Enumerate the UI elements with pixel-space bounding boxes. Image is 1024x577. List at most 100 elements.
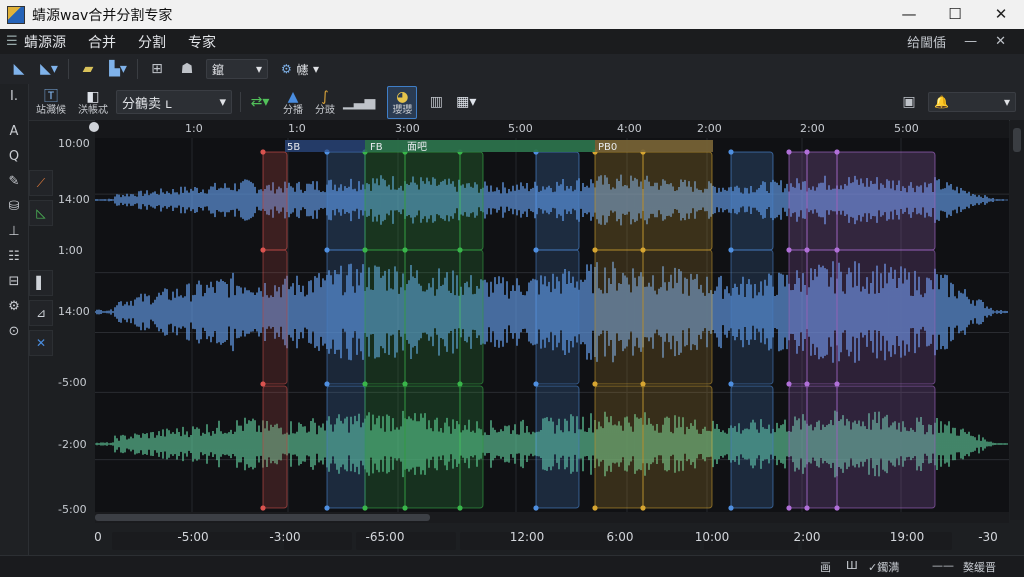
mode-dropdown[interactable]: ⚙ 幰 ▾ <box>276 59 324 79</box>
menu-right-label[interactable]: 给閫偛 <box>907 32 946 51</box>
time-ruler[interactable]: 1:0 1:0 3:00 5:00 4:00 2:00 2:00 5:00 <box>89 120 1009 139</box>
segment-marker <box>457 247 463 253</box>
marker-tool[interactable]: ⊥ <box>0 219 28 244</box>
curve-icon: ∫ <box>321 88 329 105</box>
segment-region <box>459 151 484 251</box>
pen-tool[interactable]: ✎ <box>0 169 28 194</box>
bars-icon[interactable]: ▁▃▅ <box>343 91 375 113</box>
text-tool[interactable]: A <box>0 119 28 144</box>
brush-icon[interactable]: ▌ <box>29 270 53 296</box>
segment-region <box>642 151 713 251</box>
segment-region <box>594 249 644 385</box>
segment-marker <box>728 381 734 387</box>
user-icon[interactable]: ☗ <box>176 58 198 80</box>
zoom-tool[interactable]: Q <box>0 144 28 169</box>
x-label: 0 <box>94 530 102 544</box>
save-icon[interactable]: ▙▾ <box>107 58 129 80</box>
status-item[interactable]: 画 <box>820 559 831 575</box>
segment-region <box>364 249 406 385</box>
scroll-thumb[interactable] <box>95 514 430 521</box>
segment-marker <box>362 247 368 253</box>
grid-icon[interactable]: ⊞ <box>146 58 168 80</box>
segment-marker <box>260 247 266 253</box>
chart-icon[interactable]: ▦▾ <box>455 91 477 113</box>
right-dropdown[interactable]: 🔔 ▾ <box>928 92 1016 112</box>
playhead-icon[interactable] <box>89 122 99 132</box>
menu-bar: ☰ 蜻源源 合并 分割 专家 给閫偛 — ✕ <box>0 29 1024 54</box>
settings-tool[interactable]: ⚙ <box>0 294 28 319</box>
fill-tool[interactable]: ⛁ <box>0 194 28 219</box>
segment-marker <box>457 381 463 387</box>
segment-marker <box>533 381 539 387</box>
segment-marker <box>402 381 408 387</box>
menu-item-split[interactable]: 分割 <box>138 32 166 52</box>
y-label: -5:00 <box>58 376 87 389</box>
waveform-canvas[interactable]: 5B FB 面吧 PB0 <box>94 138 1009 512</box>
y-label: -5:00 <box>58 503 87 516</box>
folder-icon[interactable]: ▰ <box>77 58 99 80</box>
status-item[interactable]: —— <box>932 559 954 572</box>
segment-label: PB0 <box>598 142 617 153</box>
segment-marker <box>834 149 840 155</box>
split-curve-button[interactable]: ∫ 分豉 <box>315 89 335 116</box>
columns-icon[interactable]: ▥ <box>425 91 447 113</box>
status-item[interactable]: ✓鐲满 <box>868 559 899 575</box>
line-icon[interactable]: ⟋ <box>29 170 53 196</box>
segment-region <box>326 385 366 509</box>
chevron-down-icon: ▾ <box>219 94 226 110</box>
menu-right: 给閫偛 — ✕ <box>907 29 1006 54</box>
status-item[interactable]: Ш <box>846 559 858 572</box>
new-file-icon[interactable]: ◣ <box>8 58 30 80</box>
zoom-dropdown[interactable]: 鑹 ▾ <box>206 59 268 79</box>
monitor-icon[interactable]: ▣ <box>898 91 920 113</box>
vertical-scrollbar[interactable] <box>1010 120 1024 520</box>
segment-region <box>788 385 808 509</box>
y-label: 1:00 <box>58 244 83 257</box>
segment-marker <box>533 247 539 253</box>
segment-marker <box>640 247 646 253</box>
cross-icon[interactable]: ✕ <box>29 330 53 356</box>
app-icon <box>7 5 25 24</box>
menu-item-merge[interactable]: 合并 <box>88 32 116 52</box>
paste-tool-button[interactable]: ◧ 浂帳忒 <box>78 89 108 116</box>
split-button[interactable]: ▲ 分播 <box>283 89 303 116</box>
panel-minimize-icon[interactable]: — <box>964 34 977 49</box>
segment-marker <box>402 247 408 253</box>
maximize-button[interactable]: ☐ <box>932 0 978 29</box>
chevron-down-icon: ▾ <box>1003 95 1010 109</box>
minimize-button[interactable]: — <box>886 0 932 29</box>
x-label: 6:00 <box>606 530 634 544</box>
segment-marker <box>457 505 463 511</box>
x-label: -30 <box>978 530 998 544</box>
list-tool[interactable]: ⊟ <box>0 269 28 294</box>
segment-marker <box>640 381 646 387</box>
hamburger-icon[interactable]: ☰ <box>6 34 18 49</box>
segment-region <box>404 151 461 251</box>
panel-close-icon[interactable]: ✕ <box>995 34 1006 49</box>
scroll-thumb[interactable] <box>1013 128 1021 152</box>
loop-icon[interactable]: ⇄▾ <box>249 91 271 113</box>
triangle-tool-icon[interactable]: ◺ <box>29 200 53 226</box>
segment-header <box>365 140 595 152</box>
target-tool[interactable]: ⊙ <box>0 319 28 344</box>
active-tool-button[interactable]: ◕ 瓔瓔 <box>387 85 418 119</box>
open-file-icon[interactable]: ◣▾ <box>38 58 60 80</box>
cursor-tool[interactable]: I. <box>0 84 28 109</box>
menu-item-expert[interactable]: 专家 <box>188 32 216 52</box>
menu-item-file[interactable]: 蜻源源 <box>24 32 66 52</box>
close-button[interactable]: ✕ <box>978 0 1024 29</box>
x-label: 10:00 <box>694 530 730 544</box>
ruler-tick: 1:0 <box>185 122 203 135</box>
segment-region <box>836 249 936 385</box>
y-label: 10:00 <box>58 137 90 150</box>
ruler-tick: 4:00 <box>617 122 642 135</box>
status-item[interactable]: 獒缓晋 <box>963 559 996 575</box>
segment-region <box>788 249 808 385</box>
waveform-area[interactable]: 5B FB 面吧 PB0 <box>94 138 1009 512</box>
horizontal-scrollbar[interactable] <box>95 512 1009 523</box>
layers-tool[interactable]: ☷ <box>0 244 28 269</box>
preset-dropdown[interactable]: 分鶴卖 ʟ ▾ <box>116 90 232 114</box>
ruler-icon[interactable]: ⊿ <box>29 300 53 326</box>
text-tool-button[interactable]: 🅃 站濺候 <box>36 89 66 116</box>
segment-marker <box>834 381 840 387</box>
